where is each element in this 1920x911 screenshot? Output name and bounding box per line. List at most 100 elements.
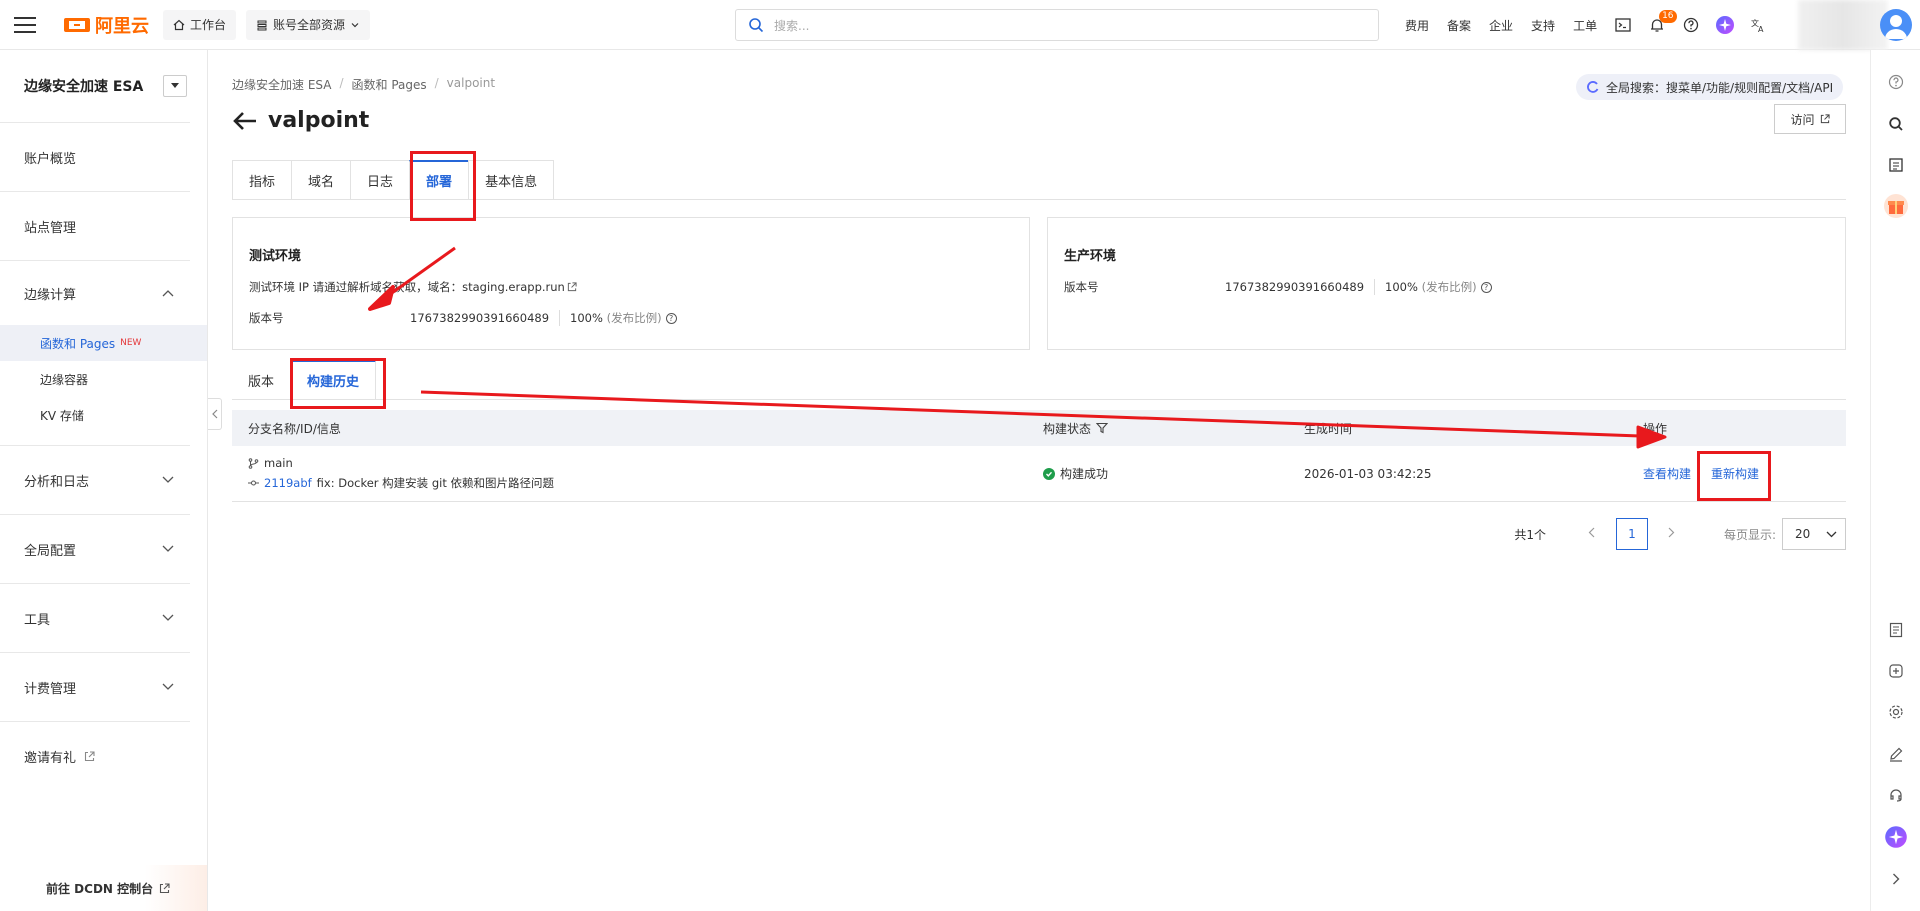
sidebar-item-global-config[interactable]: 全局配置 <box>0 515 190 584</box>
top-link-billing[interactable]: 费用 <box>1396 0 1438 50</box>
api-icon[interactable] <box>1871 654 1920 688</box>
sidebar-item-label: 边缘计算 <box>24 287 77 303</box>
new-tag: NEW <box>120 338 142 348</box>
sidebar-item-functions-pages[interactable]: 函数和 Pages NEW <box>0 325 207 361</box>
sidebar-item-site-management[interactable]: 站点管理 <box>0 192 190 261</box>
account-scope-dropdown[interactable]: 账号全部资源 <box>246 9 371 40</box>
breadcrumb: 边缘安全加速 ESA / 函数和 Pages / valpoint <box>232 76 496 93</box>
sidebar-item-label: 分析和日志 <box>24 474 90 490</box>
tab-metrics[interactable]: 指标 <box>232 160 292 200</box>
tab-domains[interactable]: 域名 <box>291 160 351 200</box>
product-title: 边缘安全加速 ESA <box>24 79 144 95</box>
annotation-box-deploy-tab <box>410 151 476 221</box>
sidebar-item-edge-compute[interactable]: 边缘计算 <box>0 261 190 325</box>
sidebar-item-analytics-logs[interactable]: 分析和日志 <box>0 446 190 515</box>
sidebar-item-label: 函数和 Pages <box>40 336 116 351</box>
staging-notice-row: 测试环境 IP 请通过解析域名获取，域名：staging.erapp.run <box>249 279 1013 295</box>
right-tool-rail <box>1870 50 1920 911</box>
dcdn-console-link[interactable]: 前往 DCDN 控制台 <box>0 865 207 911</box>
tab-logs[interactable]: 日志 <box>350 160 410 200</box>
search-icon <box>749 18 764 33</box>
edit-icon[interactable] <box>1871 737 1920 771</box>
top-links: 费用 备案 企业 支持 工单 16 文A <box>1396 0 1776 50</box>
top-link-ticket[interactable]: 工单 <box>1564 0 1606 50</box>
top-link-icp[interactable]: 备案 <box>1438 0 1480 50</box>
settings-icon[interactable] <box>1871 695 1920 729</box>
external-link-icon[interactable] <box>567 282 577 292</box>
chevron-down-icon <box>162 476 174 483</box>
document-list-icon[interactable] <box>1871 148 1920 182</box>
menu-icon[interactable] <box>0 0 50 50</box>
gift-icon[interactable] <box>1871 189 1920 223</box>
staging-version-row: 版本号 1767382990391660489 100% (发布比例) ? <box>249 310 1013 326</box>
branch-name: main <box>264 456 293 470</box>
staging-title: 测试环境 <box>249 249 302 264</box>
help-icon[interactable] <box>1674 0 1708 50</box>
visit-button[interactable]: 访问 <box>1774 104 1846 134</box>
page-title-text: valpoint <box>268 108 370 133</box>
per-page-select[interactable]: 20 <box>1782 518 1846 550</box>
chevron-up-icon <box>162 290 174 297</box>
product-switch-button[interactable] <box>163 75 187 97</box>
prev-page-icon[interactable] <box>1580 527 1604 541</box>
expand-rail-icon[interactable] <box>1871 862 1920 896</box>
production-title: 生产环境 <box>1064 249 1117 264</box>
user-name-blurred[interactable] <box>1798 0 1888 50</box>
commit-id-link[interactable]: 2119abf <box>264 476 312 490</box>
sidebar-item-invite[interactable]: 邀请有礼 <box>0 722 190 791</box>
sidebar-collapse-button[interactable] <box>208 398 222 430</box>
pagination: 共1个 1 每页显示: 20 <box>232 518 1846 550</box>
global-search-button[interactable]: 全局搜索：搜菜单/功能/规则配置/文档/API <box>1576 74 1844 100</box>
help-icon[interactable]: ? <box>665 312 677 324</box>
top-navbar: 阿里云 工作台 账号全部资源 搜索... 费用 备案 企业 支持 工单 16 文… <box>0 0 1920 50</box>
left-sidebar: 边缘安全加速 ESA 账户概览 站点管理 边缘计算 函数和 Pages NEW … <box>0 50 208 911</box>
sidebar-item-label: KV 存储 <box>40 408 84 423</box>
sidebar-item-kv-storage[interactable]: KV 存储 <box>0 397 190 433</box>
language-icon[interactable]: 文A <box>1742 0 1776 50</box>
next-page-icon[interactable] <box>1660 527 1684 541</box>
chevron-down-icon <box>162 614 174 621</box>
production-percent: 100% (发布比例) <box>1374 279 1477 295</box>
top-link-enterprise[interactable]: 企业 <box>1480 0 1522 50</box>
tab-basic-info[interactable]: 基本信息 <box>468 160 555 200</box>
sidebar-item-edge-container[interactable]: 边缘容器 <box>0 361 190 397</box>
production-version: 1767382990391660489 <box>1225 280 1365 294</box>
chevron-left-icon <box>211 409 217 419</box>
view-build-link[interactable]: 查看构建 <box>1643 465 1691 482</box>
avatar[interactable] <box>1880 9 1912 41</box>
caret-down-icon <box>171 83 179 88</box>
page-1-button[interactable]: 1 <box>1615 518 1648 550</box>
search-input[interactable]: 搜索... <box>735 9 1379 41</box>
user-icon <box>1885 15 1907 39</box>
annotation-box-build-history-tab <box>290 358 386 409</box>
ai-assistant-icon[interactable] <box>1871 820 1920 854</box>
commit-message: fix: Docker 构建安装 git 依赖和图片路径问题 <box>316 476 554 490</box>
staging-percent: 100% (发布比例) <box>559 310 662 326</box>
breadcrumb-esa[interactable]: 边缘安全加速 ESA <box>232 76 331 93</box>
aliyun-logo[interactable]: 阿里云 <box>64 12 149 38</box>
search-icon[interactable] <box>1871 107 1920 141</box>
top-link-support[interactable]: 支持 <box>1522 0 1564 50</box>
account-scope-label: 账号全部资源 <box>273 18 346 32</box>
sidebar-item-account-overview[interactable]: 账户概览 <box>0 123 190 192</box>
help-icon[interactable] <box>1871 65 1920 99</box>
sidebar-item-tools[interactable]: 工具 <box>0 584 190 653</box>
filter-icon[interactable] <box>1096 422 1109 434</box>
help-icon[interactable]: ? <box>1480 281 1492 293</box>
workbench-button[interactable]: 工作台 <box>163 9 237 40</box>
breadcrumb-functions-pages[interactable]: 函数和 Pages <box>352 76 427 93</box>
terminal-icon[interactable] <box>1606 0 1640 50</box>
build-history-table: 分支名称/ID/信息 构建状态 生成时间 操作 main 2119abf fix… <box>232 410 1846 502</box>
sidebar-item-label: 邀请有礼 <box>24 751 77 766</box>
home-icon <box>173 19 185 30</box>
headset-icon[interactable] <box>1871 778 1920 812</box>
tab-versions[interactable]: 版本 <box>232 360 290 400</box>
visit-label: 访问 <box>1790 112 1815 127</box>
notes-icon[interactable] <box>1871 613 1920 647</box>
global-search-label: 全局搜索：搜菜单/功能/规则配置/文档/API <box>1606 80 1834 95</box>
sidebar-item-label: 全局配置 <box>24 543 77 559</box>
notification-bell-icon[interactable]: 16 <box>1640 0 1677 50</box>
ai-assistant-icon[interactable] <box>1708 0 1742 50</box>
back-arrow-icon[interactable] <box>232 111 258 131</box>
sidebar-item-billing[interactable]: 计费管理 <box>0 653 190 722</box>
